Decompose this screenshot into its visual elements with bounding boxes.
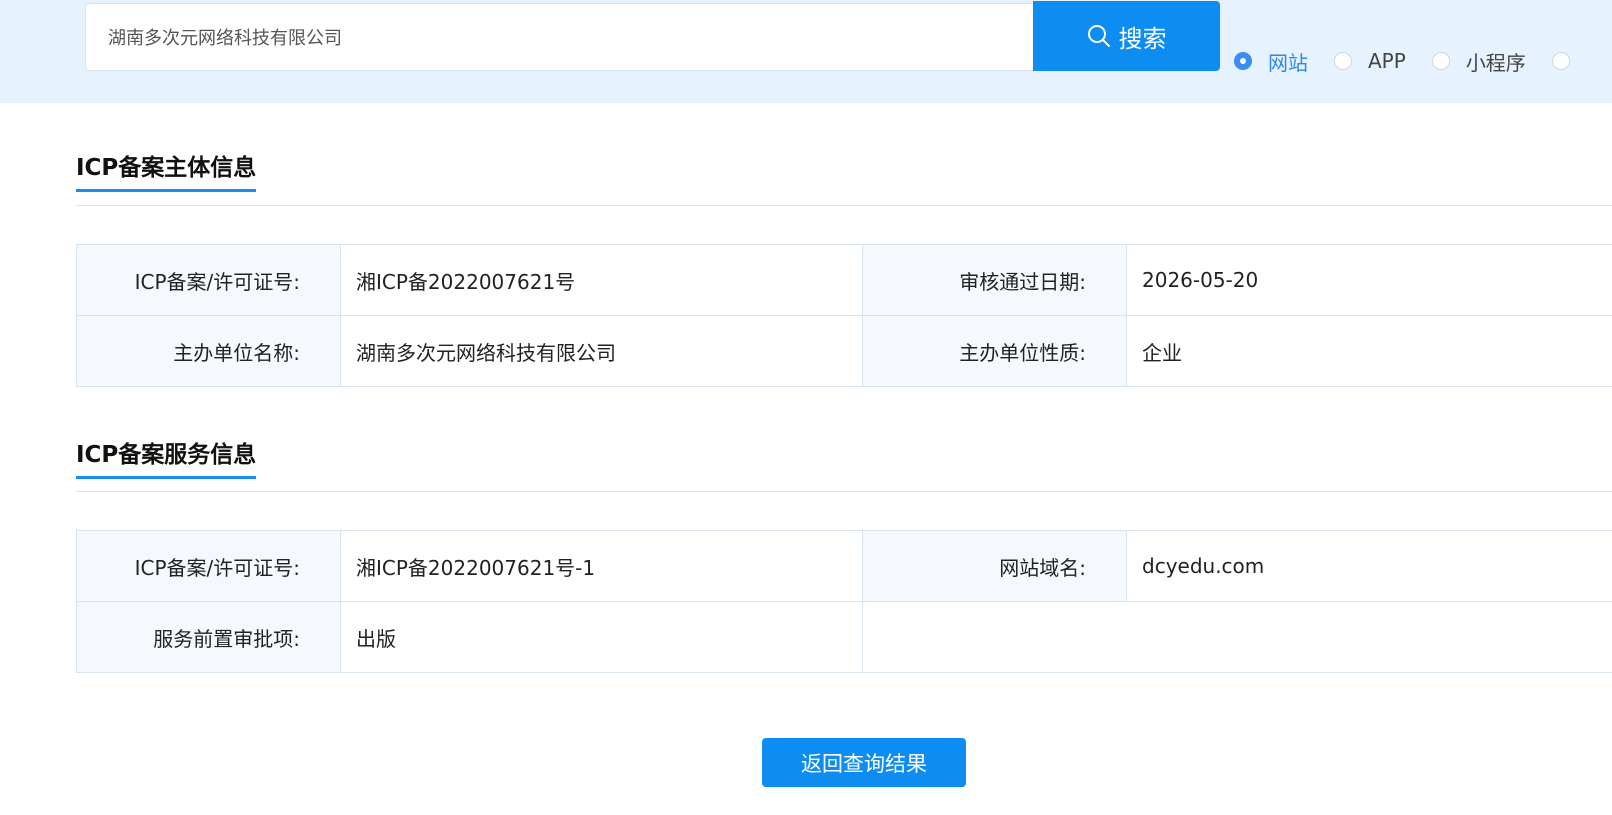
section-divider	[76, 205, 1612, 206]
label-service-license-number: ICP备案/许可证号:	[76, 530, 341, 602]
table-row: 服务前置审批项: 出版	[76, 601, 1612, 673]
label-pre-approval-items: 服务前置审批项:	[76, 601, 341, 673]
radio-label-website[interactable]: 网站	[1268, 47, 1308, 76]
radio-label-app[interactable]: APP	[1368, 49, 1406, 73]
entity-info-table: ICP备案/许可证号: 湘ICP备2022007621号 审核通过日期: 202…	[76, 244, 1612, 387]
radio-checked-icon[interactable]	[1234, 52, 1252, 70]
service-info-table: ICP备案/许可证号: 湘ICP备2022007621号-1 网站域名: dcy…	[76, 530, 1612, 673]
search-box[interactable]	[85, 3, 1033, 71]
label-approval-date: 审核通过日期:	[862, 244, 1127, 316]
value-approval-date: 2026-05-20	[1126, 244, 1612, 316]
search-button-label: 搜索	[1118, 24, 1167, 53]
label-website-domain: 网站域名:	[862, 530, 1127, 602]
radio-app[interactable]: APP	[1334, 49, 1406, 73]
section-title-service-info: ICP备案服务信息	[76, 441, 257, 479]
search-input[interactable]	[86, 4, 1033, 70]
table-row: 主办单位名称: 湖南多次元网络科技有限公司 主办单位性质: 企业	[76, 315, 1612, 387]
radio-unchecked-icon[interactable]	[1334, 52, 1352, 70]
radio-unchecked-icon[interactable]	[1551, 52, 1570, 70]
table-row: ICP备案/许可证号: 湘ICP备2022007621号-1 网站域名: dcy…	[76, 530, 1612, 602]
radio-label-mini-program[interactable]: 小程序	[1466, 47, 1526, 76]
section-divider	[76, 491, 1612, 492]
value-organizer-name: 湖南多次元网络科技有限公司	[340, 315, 863, 387]
label-organizer-nature: 主办单位性质:	[862, 315, 1127, 387]
radio-quick-app[interactable]	[1551, 52, 1570, 70]
value-pre-approval-items: 出版	[340, 601, 863, 673]
type-filter-radio-group: 网站 APP 小程序	[1234, 47, 1570, 76]
radio-unchecked-icon[interactable]	[1431, 52, 1450, 70]
radio-website[interactable]: 网站	[1234, 47, 1308, 76]
label-license-number: ICP备案/许可证号:	[76, 244, 341, 316]
empty-cell	[862, 601, 1612, 673]
label-organizer-name: 主办单位名称:	[76, 315, 341, 387]
search-icon	[1087, 25, 1110, 47]
value-license-number: 湘ICP备2022007621号	[340, 244, 863, 316]
back-to-results-button[interactable]: 返回查询结果	[762, 738, 966, 787]
value-organizer-nature: 企业	[1126, 315, 1612, 387]
value-website-domain: dcyedu.com	[1126, 530, 1612, 602]
section-title-entity-info: ICP备案主体信息	[76, 154, 257, 192]
radio-mini-program[interactable]: 小程序	[1431, 47, 1526, 76]
value-service-license-number: 湘ICP备2022007621号-1	[340, 530, 863, 602]
search-button[interactable]: 搜索	[1033, 1, 1220, 71]
table-row: ICP备案/许可证号: 湘ICP备2022007621号 审核通过日期: 202…	[76, 244, 1612, 316]
